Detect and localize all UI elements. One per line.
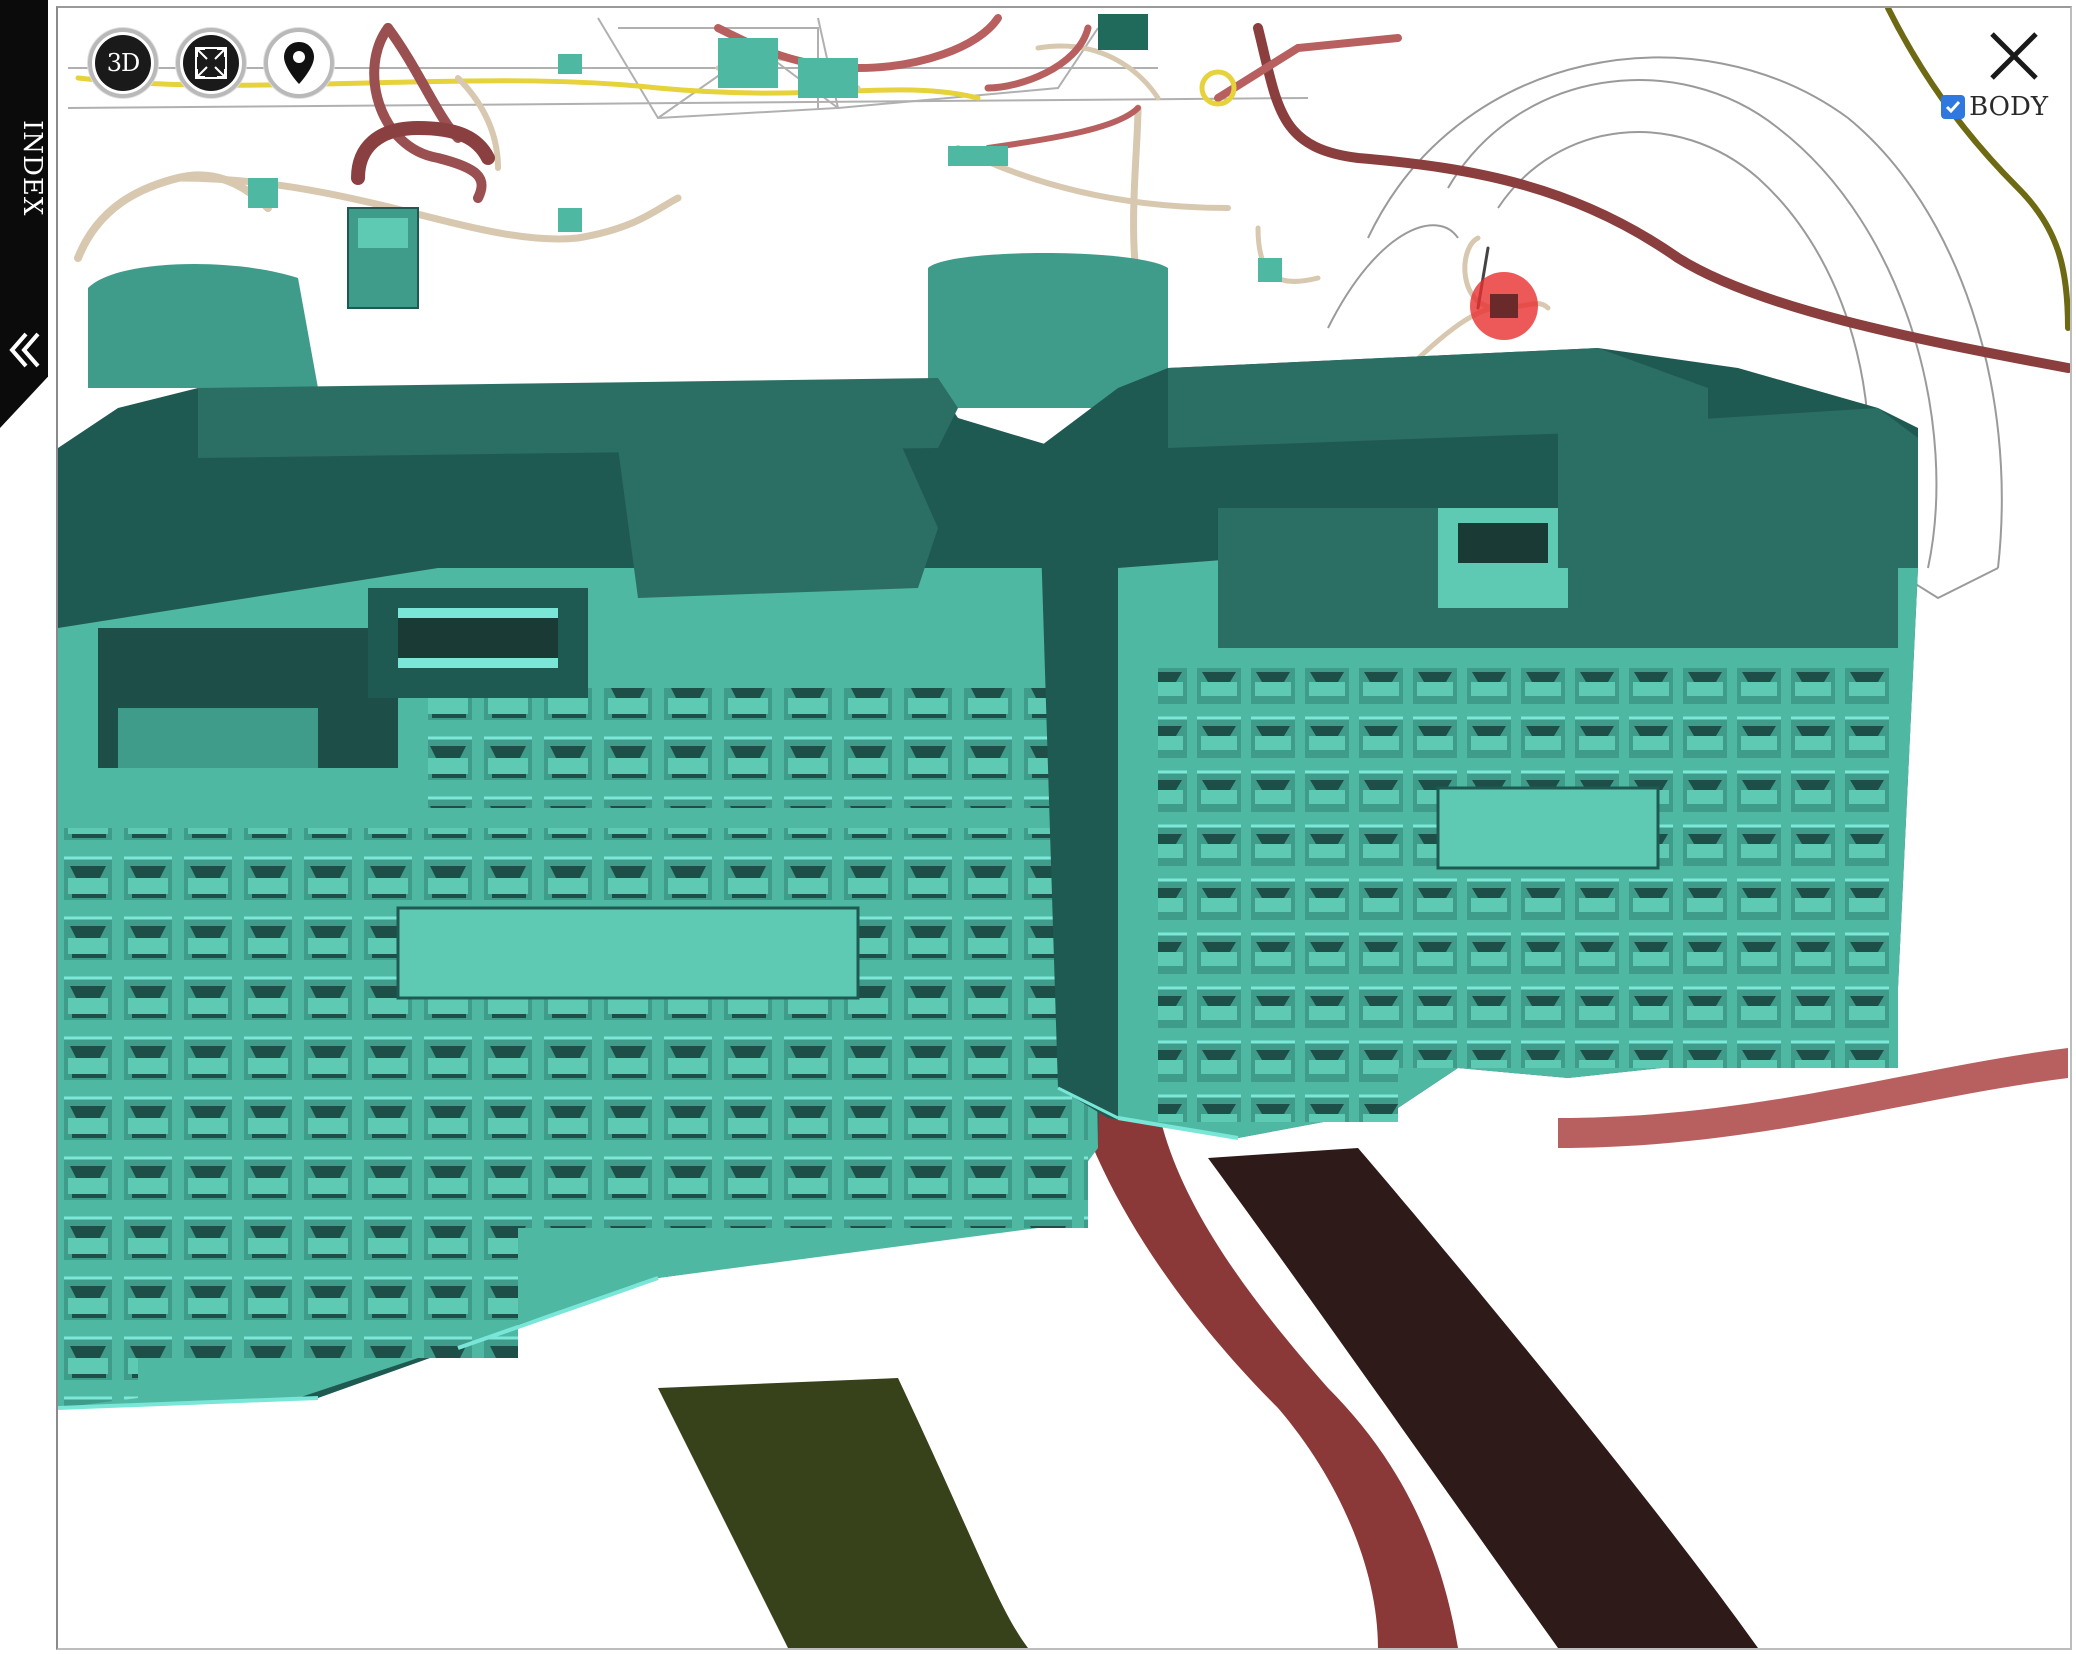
body-toggle[interactable]: BODY — [1941, 90, 2048, 124]
index-tab[interactable]: INDEX — [0, 0, 48, 428]
locate-button[interactable] — [264, 28, 334, 98]
close-x-icon[interactable] — [1986, 28, 2042, 84]
location-marker[interactable] — [1470, 272, 1538, 340]
view-3d-button[interactable]: 3D — [88, 28, 158, 98]
body-checkbox[interactable] — [1941, 95, 1966, 119]
view-3d-label: 3D — [106, 49, 141, 77]
body-label: BODY — [1969, 92, 2048, 122]
fullscreen-expand-icon — [195, 47, 227, 79]
map-pin-icon — [284, 42, 314, 84]
locate-inner — [271, 35, 327, 91]
view-3d-inner: 3D — [95, 35, 151, 91]
connector-right[interactable] — [1038, 348, 1918, 1140]
connector-left[interactable] — [58, 378, 1108, 1410]
index-label[interactable]: INDEX — [3, 120, 47, 230]
3d-viewer[interactable]: 3D BODY — [56, 6, 2072, 1650]
index-sidebar: INDEX — [0, 0, 56, 1654]
checkmark-icon — [1946, 101, 1961, 114]
fullscreen-inner — [183, 35, 239, 91]
3d-scene[interactable] — [58, 8, 2070, 1648]
double-chevron-left-icon[interactable] — [4, 326, 44, 374]
fullscreen-button[interactable] — [176, 28, 246, 98]
